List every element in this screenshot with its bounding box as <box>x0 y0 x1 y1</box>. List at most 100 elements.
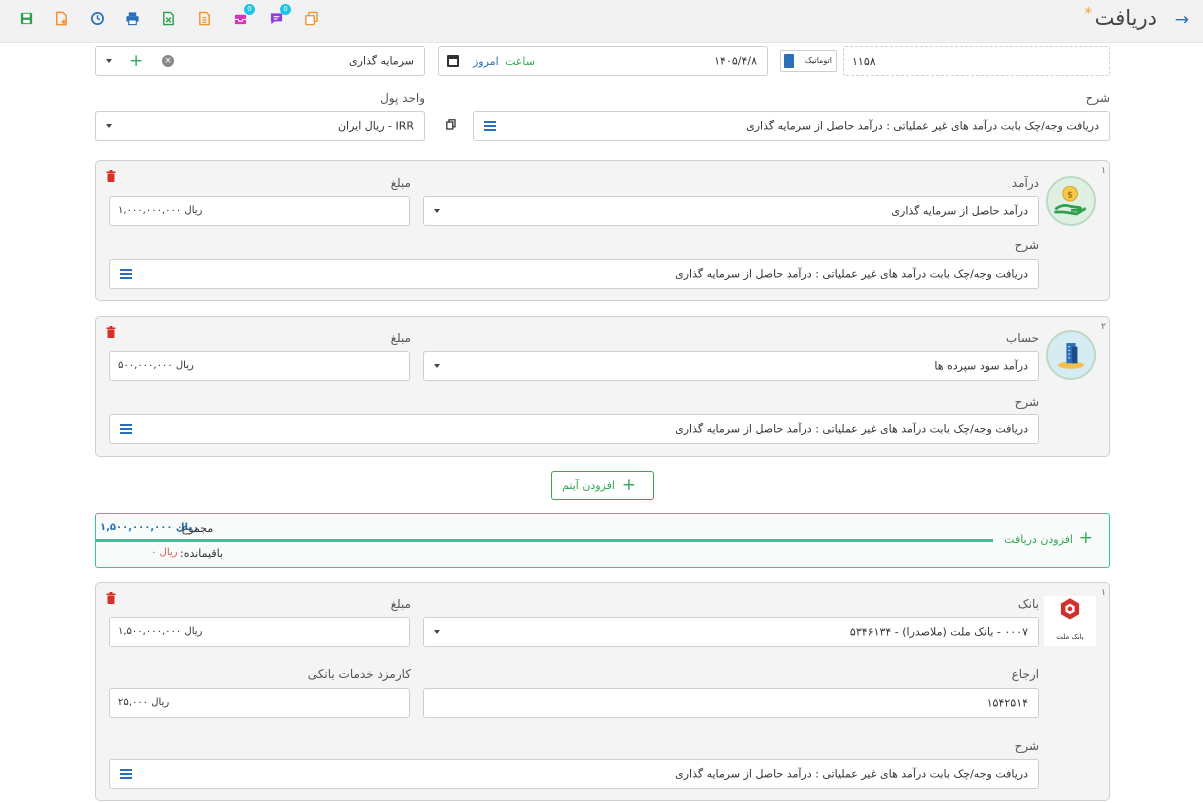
menu-lines-icon[interactable] <box>120 269 132 279</box>
type-label: حساب <box>1005 331 1039 345</box>
bank-logo: بانک ملت <box>1044 596 1096 646</box>
report-export-icon[interactable] <box>194 8 214 28</box>
date-field[interactable]: امروز ساعت ۱۴۰۵/۴/۸ <box>438 46 768 76</box>
item-card-2: ۲ حساب مبلغ درآمد سود سپرده ها ریال ۵۰۰,… <box>95 316 1110 457</box>
description-value: دریافت وجه/چک بابت درآمد های غیر عملیاتی… <box>746 119 1099 133</box>
page-title: دریافت <box>1094 6 1157 30</box>
delete-icon[interactable] <box>106 326 116 338</box>
chevron-down-icon[interactable] <box>106 59 112 63</box>
item-description-field[interactable]: دریافت وجه/چک بابت درآمد های غیر عملیاتی… <box>109 414 1039 444</box>
copy-description-icon[interactable] <box>446 119 456 130</box>
delete-icon[interactable] <box>106 170 116 182</box>
account-value: درآمد سود سپرده ها <box>934 359 1028 373</box>
inbox-icon[interactable]: 0 <box>230 4 255 28</box>
remaining-value: ریال ۰ <box>151 547 178 558</box>
project-value: سرمایه گذاری <box>349 54 414 68</box>
description-label: شرح <box>1085 91 1110 105</box>
bank-amount-value: ریال ۱,۵۰۰,۰۰۰,۰۰۰ <box>118 626 203 637</box>
auto-number-toggle[interactable]: اتوماتیک <box>780 50 837 72</box>
toggle-knob <box>784 54 794 68</box>
today-link[interactable]: امروز <box>473 55 499 68</box>
excel-export-icon[interactable] <box>158 8 178 28</box>
delete-icon[interactable] <box>106 592 116 604</box>
comments-icon[interactable]: 0 <box>266 4 291 28</box>
bank-label: بانک <box>1017 597 1039 611</box>
amount-label: مبلغ <box>390 176 411 190</box>
currency-label: واحد پول <box>380 91 425 105</box>
comments-badge: 0 <box>280 4 291 15</box>
account-value: درآمد حاصل از سرمایه گذاری <box>891 204 1028 218</box>
auto-label: اتوماتیک <box>804 56 832 65</box>
currency-select[interactable]: IRR - ریال ایران <box>95 111 425 141</box>
bank-fee-field[interactable]: ریال ۲۵,۰۰۰ <box>109 688 410 718</box>
account-building-icon <box>1046 330 1096 380</box>
top-toolbar: 0 0 * دریافت → <box>0 0 1203 43</box>
chevron-down-icon[interactable] <box>106 124 112 128</box>
item-description-value: دریافت وجه/چک بابت درآمد های غیر عملیاتی… <box>675 267 1028 281</box>
item-number: ۱ <box>1101 166 1106 176</box>
item-description-value: دریافت وجه/چک بابت درآمد های غیر عملیاتی… <box>675 422 1028 436</box>
svg-text:$: $ <box>1067 189 1073 200</box>
project-select[interactable]: + × سرمایه گذاری <box>95 46 425 76</box>
item-number: ۲ <box>1101 322 1106 332</box>
remaining-label: باقیمانده: <box>180 547 224 560</box>
menu-lines-icon[interactable] <box>484 121 496 131</box>
calendar-icon[interactable] <box>447 55 459 67</box>
print-icon[interactable] <box>122 8 142 28</box>
progress-bar <box>96 539 993 542</box>
plus-icon: + <box>621 475 636 495</box>
add-receipt-button[interactable]: + افزودن دریافت <box>983 528 1093 550</box>
amount-label: مبلغ <box>390 597 411 611</box>
account-select[interactable]: درآمد سود سپرده ها <box>423 351 1039 381</box>
doc-number-field[interactable]: ۱۱۵۸ <box>843 46 1110 76</box>
amount-value: ریال ۱,۰۰۰,۰۰۰,۰۰۰ <box>118 205 203 216</box>
description-field[interactable]: دریافت وجه/چک بابت درآمد های غیر عملیاتی… <box>473 111 1110 141</box>
currency-value: IRR - ریال ایران <box>337 119 414 133</box>
new-document-icon[interactable] <box>51 8 71 28</box>
save-icon[interactable] <box>16 8 36 28</box>
menu-lines-icon[interactable] <box>120 424 132 434</box>
add-item-button[interactable]: + افزودن آیتم <box>551 471 654 500</box>
reference-field[interactable]: ۱۵۴۲۵۱۴ <box>423 688 1039 718</box>
unsaved-star: * <box>1084 4 1093 22</box>
amount-field[interactable]: ریال ۵۰۰,۰۰۰,۰۰۰ <box>109 351 410 381</box>
reference-value: ۱۵۴۲۵۱۴ <box>986 696 1028 710</box>
totals-panel: ریال ۱,۵۰۰,۰۰۰,۰۰۰ مجموع: ریال ۰ باقیمان… <box>95 513 1110 568</box>
menu-lines-icon[interactable] <box>120 769 132 779</box>
item-card-1: ۱ $ درآمد مبلغ درآمد حاصل از سرمایه گذار… <box>95 160 1110 301</box>
inbox-badge: 0 <box>244 4 255 15</box>
bank-fee-value: ریال ۲۵,۰۰۰ <box>118 697 170 708</box>
bank-logo-text: بانک ملت <box>1056 633 1084 641</box>
time-link[interactable]: ساعت <box>505 55 535 68</box>
back-arrow-icon[interactable]: → <box>1175 10 1189 30</box>
bank-select[interactable]: ۰۰۰۷ - بانک ملت (ملاصدرا) - ۵۳۴۶۱۳۴ <box>423 617 1039 647</box>
bank-item-number: ۱ <box>1101 588 1106 598</box>
date-value: ۱۴۰۵/۴/۸ <box>714 54 757 68</box>
item-description-label: شرح <box>1014 395 1039 409</box>
clear-icon[interactable]: × <box>162 55 174 67</box>
add-item-label: افزودن آیتم <box>562 479 615 492</box>
bank-fee-label: کارمزد خدمات بانکی <box>307 667 411 681</box>
bank-amount-field[interactable]: ریال ۱,۵۰۰,۰۰۰,۰۰۰ <box>109 617 410 647</box>
bank-description-field[interactable]: دریافت وجه/چک بابت درآمد های غیر عملیاتی… <box>109 759 1039 789</box>
chevron-down-icon[interactable] <box>434 630 440 634</box>
bank-value: ۰۰۰۷ - بانک ملت (ملاصدرا) - ۵۳۴۶۱۳۴ <box>849 625 1028 639</box>
bank-description-label: شرح <box>1014 739 1039 753</box>
add-project-icon[interactable]: + <box>129 52 143 70</box>
amount-label: مبلغ <box>390 331 411 345</box>
item-description-field[interactable]: دریافت وجه/چک بابت درآمد های غیر عملیاتی… <box>109 259 1039 289</box>
reference-label: ارجاع <box>1011 667 1039 681</box>
chevron-down-icon[interactable] <box>434 209 440 213</box>
bank-card: ۱ بانک ملت بانک مبلغ ۰۰۰۷ - بانک ملت (مل… <box>95 582 1110 801</box>
copy-icon[interactable] <box>301 8 321 28</box>
history-clock-icon[interactable] <box>87 8 107 28</box>
account-select[interactable]: درآمد حاصل از سرمایه گذاری <box>423 196 1039 226</box>
income-hand-coin-icon: $ <box>1046 176 1096 226</box>
amount-value: ریال ۵۰۰,۰۰۰,۰۰۰ <box>118 360 194 371</box>
sum-label: مجموع: <box>178 522 214 535</box>
doc-number: ۱۱۵۸ <box>852 55 876 68</box>
amount-field[interactable]: ریال ۱,۰۰۰,۰۰۰,۰۰۰ <box>109 196 410 226</box>
chevron-down-icon[interactable] <box>434 364 440 368</box>
type-label: درآمد <box>1011 176 1039 190</box>
add-receipt-label: افزودن دریافت <box>1004 533 1073 546</box>
